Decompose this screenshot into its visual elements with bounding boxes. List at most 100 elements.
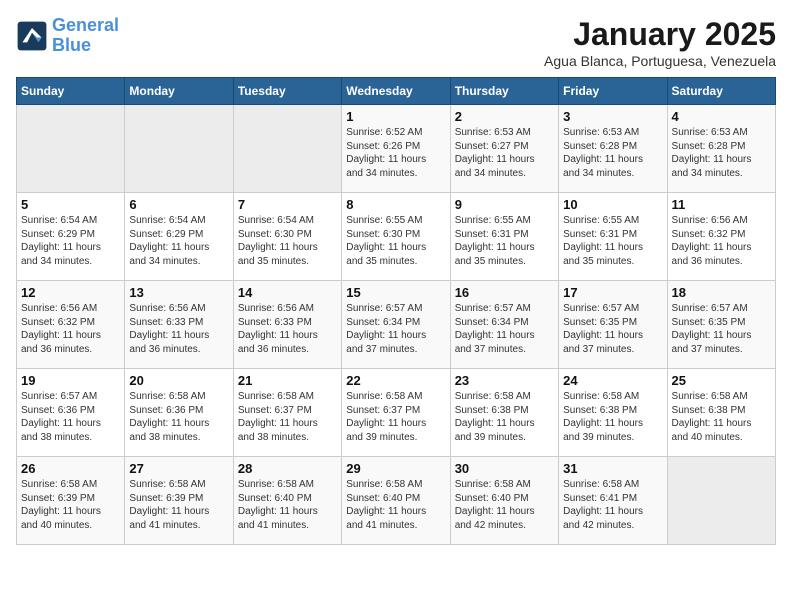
day-info: Sunrise: 6:58 AM Sunset: 6:37 PM Dayligh… (238, 390, 337, 444)
weekday-header-monday: Monday (125, 78, 233, 105)
calendar-cell: 24 Sunrise: 6:58 AM Sunset: 6:38 PM Dayli… (559, 369, 667, 457)
calendar-cell: 21 Sunrise: 6:58 AM Sunset: 6:37 PM Dayli… (233, 369, 341, 457)
calendar-cell: 30Sunrise: 6:58 AM Sunset: 6:40 PM Dayli… (450, 457, 558, 545)
calendar-cell: 10Sunrise: 6:55 AM Sunset: 6:31 PM Dayli… (559, 193, 667, 281)
day-info: Sunrise: 6:54 AM Sunset: 6:30 PM Dayligh… (238, 214, 337, 268)
weekday-header-tuesday: Tuesday (233, 78, 341, 105)
day-info: Sunrise: 6:54 AM Sunset: 6:29 PM Dayligh… (21, 214, 120, 268)
day-number: 26 (21, 461, 120, 476)
day-number: 23 (455, 373, 554, 388)
day-number: 30 (455, 461, 554, 476)
day-number: 7 (238, 197, 337, 212)
day-info: Sunrise: 6:56 AM Sunset: 6:33 PM Dayligh… (129, 302, 228, 356)
calendar-cell: 1 Sunrise: 6:52 AM Sunset: 6:26 PM Daylig… (342, 105, 450, 193)
day-number: 6 (129, 197, 228, 212)
day-info: Sunrise: 6:56 AM Sunset: 6:32 PM Dayligh… (672, 214, 771, 268)
day-info: Sunrise: 6:55 AM Sunset: 6:30 PM Dayligh… (346, 214, 445, 268)
day-info: Sunrise: 6:58 AM Sunset: 6:39 PM Dayligh… (21, 478, 120, 532)
calendar-cell: 4 Sunrise: 6:53 AM Sunset: 6:28 PM Daylig… (667, 105, 775, 193)
calendar-week-4: 19 Sunrise: 6:57 AM Sunset: 6:36 PM Dayli… (17, 369, 776, 457)
day-info: Sunrise: 6:58 AM Sunset: 6:37 PM Dayligh… (346, 390, 445, 444)
day-info: Sunrise: 6:56 AM Sunset: 6:32 PM Dayligh… (21, 302, 120, 356)
day-number: 21 (238, 373, 337, 388)
calendar-cell: 13 Sunrise: 6:56 AM Sunset: 6:33 PM Dayli… (125, 281, 233, 369)
logo-blue: Blue (52, 35, 91, 55)
day-number: 13 (129, 285, 228, 300)
weekday-header-sunday: Sunday (17, 78, 125, 105)
day-info: Sunrise: 6:58 AM Sunset: 6:39 PM Dayligh… (129, 478, 228, 532)
calendar-cell: 2 Sunrise: 6:53 AM Sunset: 6:27 PM Daylig… (450, 105, 558, 193)
day-info: Sunrise: 6:57 AM Sunset: 6:34 PM Dayligh… (346, 302, 445, 356)
calendar-cell: 29 Sunrise: 6:58 AM Sunset: 6:40 PM Dayli… (342, 457, 450, 545)
logo-general: General (52, 15, 119, 35)
day-info: Sunrise: 6:57 AM Sunset: 6:36 PM Dayligh… (21, 390, 120, 444)
day-info: Sunrise: 6:53 AM Sunset: 6:28 PM Dayligh… (672, 126, 771, 180)
day-info: Sunrise: 6:52 AM Sunset: 6:26 PM Dayligh… (346, 126, 445, 180)
day-info: Sunrise: 6:58 AM Sunset: 6:41 PM Dayligh… (563, 478, 662, 532)
day-number: 9 (455, 197, 554, 212)
logo-text: General Blue (52, 16, 119, 56)
weekday-header-wednesday: Wednesday (342, 78, 450, 105)
day-number: 24 (563, 373, 662, 388)
day-number: 19 (21, 373, 120, 388)
calendar-cell: 31 Sunrise: 6:58 AM Sunset: 6:41 PM Dayli… (559, 457, 667, 545)
calendar-cell: 16 Sunrise: 6:57 AM Sunset: 6:34 PM Dayli… (450, 281, 558, 369)
day-number: 12 (21, 285, 120, 300)
day-info: Sunrise: 6:58 AM Sunset: 6:40 PM Dayligh… (346, 478, 445, 532)
day-info: Sunrise: 6:54 AM Sunset: 6:29 PM Dayligh… (129, 214, 228, 268)
day-number: 16 (455, 285, 554, 300)
day-info: Sunrise: 6:56 AM Sunset: 6:33 PM Dayligh… (238, 302, 337, 356)
day-info: Sunrise: 6:58 AM Sunset: 6:36 PM Dayligh… (129, 390, 228, 444)
calendar-cell: 5 Sunrise: 6:54 AM Sunset: 6:29 PM Daylig… (17, 193, 125, 281)
day-info: Sunrise: 6:53 AM Sunset: 6:27 PM Dayligh… (455, 126, 554, 180)
weekday-header-friday: Friday (559, 78, 667, 105)
calendar-cell: 19 Sunrise: 6:57 AM Sunset: 6:36 PM Dayli… (17, 369, 125, 457)
day-info: Sunrise: 6:57 AM Sunset: 6:35 PM Dayligh… (672, 302, 771, 356)
calendar-cell: 26 Sunrise: 6:58 AM Sunset: 6:39 PM Dayli… (17, 457, 125, 545)
day-number: 14 (238, 285, 337, 300)
calendar-header: SundayMondayTuesdayWednesdayThursdayFrid… (17, 78, 776, 105)
day-number: 5 (21, 197, 120, 212)
day-number: 31 (563, 461, 662, 476)
day-info: Sunrise: 6:57 AM Sunset: 6:35 PM Dayligh… (563, 302, 662, 356)
day-info: Sunrise: 6:57 AM Sunset: 6:34 PM Dayligh… (455, 302, 554, 356)
day-number: 28 (238, 461, 337, 476)
calendar-cell: 23 Sunrise: 6:58 AM Sunset: 6:38 PM Dayli… (450, 369, 558, 457)
day-number: 2 (455, 109, 554, 124)
day-number: 1 (346, 109, 445, 124)
day-number: 3 (563, 109, 662, 124)
calendar-cell: 6 Sunrise: 6:54 AM Sunset: 6:29 PM Daylig… (125, 193, 233, 281)
calendar-cell: 3Sunrise: 6:53 AM Sunset: 6:28 PM Daylig… (559, 105, 667, 193)
logo: General Blue (16, 16, 119, 56)
calendar-cell: 17Sunrise: 6:57 AM Sunset: 6:35 PM Dayli… (559, 281, 667, 369)
calendar-week-5: 26 Sunrise: 6:58 AM Sunset: 6:39 PM Dayli… (17, 457, 776, 545)
calendar-cell: 22Sunrise: 6:58 AM Sunset: 6:37 PM Dayli… (342, 369, 450, 457)
title-block: January 2025 Agua Blanca, Portuguesa, Ve… (544, 16, 776, 69)
calendar-cell: 20 Sunrise: 6:58 AM Sunset: 6:36 PM Dayli… (125, 369, 233, 457)
day-number: 18 (672, 285, 771, 300)
calendar-week-1: 1 Sunrise: 6:52 AM Sunset: 6:26 PM Daylig… (17, 105, 776, 193)
day-number: 20 (129, 373, 228, 388)
day-info: Sunrise: 6:58 AM Sunset: 6:38 PM Dayligh… (563, 390, 662, 444)
calendar-cell: 8Sunrise: 6:55 AM Sunset: 6:30 PM Daylig… (342, 193, 450, 281)
month-title: January 2025 (544, 16, 776, 53)
day-number: 4 (672, 109, 771, 124)
day-info: Sunrise: 6:58 AM Sunset: 6:38 PM Dayligh… (455, 390, 554, 444)
calendar-cell: 15 Sunrise: 6:57 AM Sunset: 6:34 PM Dayli… (342, 281, 450, 369)
calendar-cell: 14 Sunrise: 6:56 AM Sunset: 6:33 PM Dayli… (233, 281, 341, 369)
day-number: 15 (346, 285, 445, 300)
day-number: 29 (346, 461, 445, 476)
day-info: Sunrise: 6:58 AM Sunset: 6:40 PM Dayligh… (238, 478, 337, 532)
weekday-header-saturday: Saturday (667, 78, 775, 105)
weekday-row: SundayMondayTuesdayWednesdayThursdayFrid… (17, 78, 776, 105)
weekday-header-thursday: Thursday (450, 78, 558, 105)
day-info: Sunrise: 6:58 AM Sunset: 6:38 PM Dayligh… (672, 390, 771, 444)
calendar-body: 1 Sunrise: 6:52 AM Sunset: 6:26 PM Daylig… (17, 105, 776, 545)
day-info: Sunrise: 6:55 AM Sunset: 6:31 PM Dayligh… (563, 214, 662, 268)
calendar-cell: 9 Sunrise: 6:55 AM Sunset: 6:31 PM Daylig… (450, 193, 558, 281)
day-info: Sunrise: 6:55 AM Sunset: 6:31 PM Dayligh… (455, 214, 554, 268)
calendar-table: SundayMondayTuesdayWednesdayThursdayFrid… (16, 77, 776, 545)
calendar-cell: 27 Sunrise: 6:58 AM Sunset: 6:39 PM Dayli… (125, 457, 233, 545)
day-number: 27 (129, 461, 228, 476)
calendar-cell (125, 105, 233, 193)
